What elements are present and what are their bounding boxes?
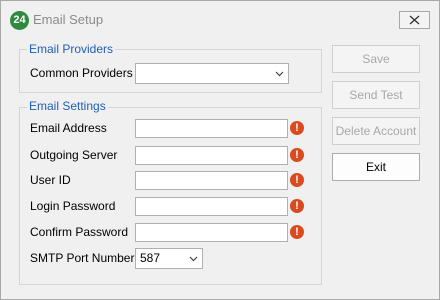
- outgoing-server-label: Outgoing Server: [30, 148, 118, 162]
- user-id-label: User ID: [30, 173, 71, 187]
- email-address-error-icon: !: [290, 121, 304, 135]
- email-providers-group-title: Email Providers: [27, 42, 116, 56]
- login-password-error-icon: !: [290, 199, 304, 213]
- smtp-port-dropdown[interactable]: 587: [135, 248, 203, 269]
- common-providers-dropdown[interactable]: [135, 63, 289, 84]
- close-icon: [409, 15, 420, 25]
- login-password-input[interactable]: [135, 197, 288, 216]
- smtp-port-label: SMTP Port Number: [30, 251, 135, 265]
- exit-button[interactable]: Exit: [332, 153, 420, 181]
- delete-account-button[interactable]: Delete Account: [332, 117, 420, 145]
- chevron-down-icon: [275, 71, 284, 77]
- app-logo-icon: 24: [10, 11, 29, 30]
- email-settings-group-title: Email Settings: [27, 99, 108, 113]
- smtp-port-value: 587: [140, 251, 161, 265]
- outgoing-server-error-icon: !: [290, 148, 304, 162]
- window-title: Email Setup: [33, 12, 104, 27]
- email-address-input[interactable]: [135, 119, 288, 138]
- confirm-password-label: Confirm Password: [30, 225, 129, 239]
- close-button[interactable]: [399, 11, 430, 29]
- chevron-down-icon: [189, 256, 198, 262]
- login-password-label: Login Password: [30, 199, 116, 213]
- send-test-button[interactable]: Send Test: [332, 81, 420, 109]
- email-setup-window: 24 Email Setup Email Providers Common Pr…: [0, 0, 440, 300]
- user-id-input[interactable]: [135, 171, 288, 190]
- outgoing-server-input[interactable]: [135, 146, 288, 165]
- save-button[interactable]: Save: [332, 45, 420, 73]
- user-id-error-icon: !: [290, 173, 304, 187]
- common-providers-label: Common Providers: [30, 66, 133, 80]
- email-address-label: Email Address: [30, 121, 107, 135]
- confirm-password-error-icon: !: [290, 225, 304, 239]
- confirm-password-input[interactable]: [135, 223, 288, 242]
- title-bar: 24 Email Setup: [1, 1, 439, 33]
